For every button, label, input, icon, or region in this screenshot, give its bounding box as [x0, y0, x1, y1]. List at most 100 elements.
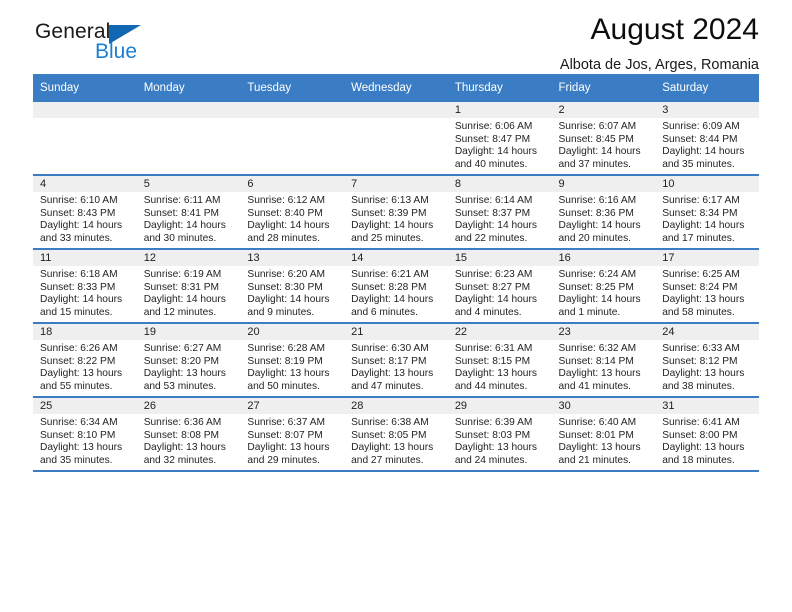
day-number	[344, 102, 448, 118]
sunset-text: Sunset: 8:08 PM	[143, 429, 220, 441]
day-details: Sunrise: 6:26 AM Sunset: 8:22 PM Daylight:…	[33, 340, 137, 393]
day-number: 24	[655, 324, 759, 340]
calendar-day-cell[interactable]: 27 Sunrise: 6:37 AM Sunset: 8:07 PM Dayligh…	[240, 397, 345, 472]
calendar-body: 1 Sunrise: 6:06 AM Sunset: 8:47 PM Daylight…	[33, 102, 759, 472]
calendar-day-cell[interactable]: 8 Sunrise: 6:14 AM Sunset: 8:37 PM Daylight…	[447, 175, 552, 250]
calendar-day-cell[interactable]: 13 Sunrise: 6:20 AM Sunset: 8:30 PM Dayligh…	[240, 249, 345, 324]
calendar-day-cell[interactable]: 11 Sunrise: 6:18 AM Sunset: 8:33 PM Dayligh…	[33, 249, 137, 324]
calendar-day-cell[interactable]: 2 Sunrise: 6:07 AM Sunset: 8:45 PM Daylight…	[551, 102, 656, 176]
calendar-day-cell[interactable]: 12 Sunrise: 6:19 AM Sunset: 8:31 PM Dayligh…	[136, 249, 241, 324]
calendar-day-cell[interactable]: 26 Sunrise: 6:36 AM Sunset: 8:08 PM Dayligh…	[136, 397, 241, 472]
sunrise-text: Sunrise: 6:07 AM	[558, 121, 637, 132]
sunrise-text: Sunrise: 6:33 AM	[662, 343, 740, 354]
day-cell-inner: 15 Sunrise: 6:23 AM Sunset: 8:27 PM Dayligh…	[447, 250, 552, 322]
day-details: Sunrise: 6:31 AM Sunset: 8:15 PM Daylight:…	[448, 340, 552, 393]
day-cell-inner: 31 Sunrise: 6:41 AM Sunset: 8:00 PM Dayligh…	[655, 398, 759, 470]
calendar-day-cell[interactable]: 15 Sunrise: 6:23 AM Sunset: 8:27 PM Dayligh…	[447, 249, 552, 324]
day-details: Sunrise: 6:07 AM Sunset: 8:45 PM Daylight:…	[552, 118, 656, 171]
day-details: Sunrise: 6:38 AM Sunset: 8:05 PM Daylight:…	[344, 414, 448, 467]
calendar-day-cell[interactable]: 14 Sunrise: 6:21 AM Sunset: 8:28 PM Dayligh…	[344, 249, 448, 324]
day-number: 17	[655, 250, 759, 266]
calendar-day-cell[interactable]: 30 Sunrise: 6:40 AM Sunset: 8:01 PM Dayligh…	[551, 397, 656, 472]
daylight-text: Daylight: 14 hours and 15 minutes.	[40, 294, 123, 318]
daylight-text: Daylight: 13 hours and 58 minutes.	[662, 294, 745, 318]
day-cell-inner: 8 Sunrise: 6:14 AM Sunset: 8:37 PM Daylight…	[447, 176, 552, 248]
sunrise-text: Sunrise: 6:30 AM	[351, 343, 429, 354]
day-cell-inner: 1 Sunrise: 6:06 AM Sunset: 8:47 PM Daylight…	[447, 102, 552, 174]
day-details: Sunrise: 6:18 AM Sunset: 8:33 PM Daylight:…	[33, 266, 137, 319]
day-details: Sunrise: 6:12 AM Sunset: 8:40 PM Daylight:…	[240, 192, 344, 245]
daylight-text: Daylight: 14 hours and 30 minutes.	[143, 220, 226, 244]
day-details: Sunrise: 6:13 AM Sunset: 8:39 PM Daylight:…	[344, 192, 448, 245]
calendar-day-cell[interactable]: 24 Sunrise: 6:33 AM Sunset: 8:12 PM Dayligh…	[655, 323, 759, 398]
calendar-day-cell[interactable]: 21 Sunrise: 6:30 AM Sunset: 8:17 PM Dayligh…	[344, 323, 448, 398]
calendar-day-cell[interactable]: 7 Sunrise: 6:13 AM Sunset: 8:39 PM Daylight…	[344, 175, 448, 250]
daylight-text: Daylight: 14 hours and 37 minutes.	[558, 146, 641, 170]
weekday-header-saturday: Saturday	[655, 74, 759, 102]
sunrise-text: Sunrise: 6:40 AM	[558, 417, 637, 428]
daylight-text: Daylight: 14 hours and 12 minutes.	[143, 294, 226, 318]
day-cell-inner: 17 Sunrise: 6:25 AM Sunset: 8:24 PM Dayligh…	[655, 250, 759, 322]
sunset-text: Sunset: 8:10 PM	[40, 429, 116, 441]
daylight-text: Daylight: 14 hours and 6 minutes.	[351, 294, 434, 318]
day-number: 21	[344, 324, 448, 340]
calendar-day-cell[interactable]: 10 Sunrise: 6:17 AM Sunset: 8:34 PM Dayligh…	[655, 175, 759, 250]
daylight-text: Daylight: 14 hours and 40 minutes.	[454, 146, 537, 170]
sunset-text: Sunset: 8:25 PM	[558, 281, 634, 293]
daylight-text: Daylight: 13 hours and 21 minutes.	[558, 442, 641, 466]
daylight-text: Daylight: 14 hours and 28 minutes.	[247, 220, 330, 244]
sunset-text: Sunset: 8:19 PM	[247, 355, 323, 367]
day-number: 5	[136, 176, 241, 192]
sunrise-text: Sunrise: 6:36 AM	[143, 417, 222, 428]
day-details: Sunrise: 6:27 AM Sunset: 8:20 PM Daylight:…	[137, 340, 241, 393]
calendar-day-cell[interactable]: 5 Sunrise: 6:11 AM Sunset: 8:41 PM Daylight…	[136, 175, 241, 250]
title-block: August 2024 Albota de Jos, Arges, Romani…	[560, 0, 759, 73]
calendar-day-cell[interactable]: 28 Sunrise: 6:38 AM Sunset: 8:05 PM Dayligh…	[344, 397, 448, 472]
calendar-week-row: 1 Sunrise: 6:06 AM Sunset: 8:47 PM Daylight…	[33, 102, 759, 176]
day-details: Sunrise: 6:16 AM Sunset: 8:36 PM Daylight:…	[552, 192, 656, 245]
day-cell-inner: 4 Sunrise: 6:10 AM Sunset: 8:43 PM Daylight…	[33, 176, 137, 248]
daylight-text: Daylight: 13 hours and 50 minutes.	[247, 368, 330, 392]
day-cell-inner: 7 Sunrise: 6:13 AM Sunset: 8:39 PM Daylight…	[344, 176, 448, 248]
brand-logo[interactable]: General Blue	[33, 20, 233, 72]
calendar-week-row: 4 Sunrise: 6:10 AM Sunset: 8:43 PM Daylight…	[33, 175, 759, 250]
calendar-day-cell[interactable]: 23 Sunrise: 6:32 AM Sunset: 8:14 PM Dayligh…	[551, 323, 656, 398]
calendar-day-cell[interactable]: 1 Sunrise: 6:06 AM Sunset: 8:47 PM Daylight…	[447, 102, 552, 176]
day-cell-inner: 5 Sunrise: 6:11 AM Sunset: 8:41 PM Daylight…	[136, 176, 241, 248]
calendar-day-cell[interactable]: 31 Sunrise: 6:41 AM Sunset: 8:00 PM Dayligh…	[655, 397, 759, 472]
calendar-day-cell[interactable]: 17 Sunrise: 6:25 AM Sunset: 8:24 PM Dayligh…	[655, 249, 759, 324]
day-number: 2	[551, 102, 656, 118]
daylight-text: Daylight: 14 hours and 4 minutes.	[454, 294, 537, 318]
brand-name-blue: Blue	[95, 40, 138, 63]
calendar-day-cell[interactable]: 20 Sunrise: 6:28 AM Sunset: 8:19 PM Dayligh…	[240, 323, 345, 398]
day-number: 18	[33, 324, 137, 340]
day-cell-inner: 10 Sunrise: 6:17 AM Sunset: 8:34 PM Dayligh…	[655, 176, 759, 248]
sunrise-text: Sunrise: 6:24 AM	[558, 269, 637, 280]
sunrise-text: Sunrise: 6:09 AM	[662, 121, 740, 132]
calendar-day-cell[interactable]: 16 Sunrise: 6:24 AM Sunset: 8:25 PM Dayligh…	[551, 249, 656, 324]
day-number	[33, 102, 137, 118]
day-details: Sunrise: 6:21 AM Sunset: 8:28 PM Daylight:…	[344, 266, 448, 319]
sunrise-text: Sunrise: 6:19 AM	[143, 269, 222, 280]
calendar-day-cell[interactable]: 3 Sunrise: 6:09 AM Sunset: 8:44 PM Daylight…	[655, 102, 759, 176]
calendar-day-cell[interactable]: 4 Sunrise: 6:10 AM Sunset: 8:43 PM Daylight…	[33, 175, 137, 250]
day-cell-inner: 20 Sunrise: 6:28 AM Sunset: 8:19 PM Dayligh…	[240, 324, 345, 396]
day-details: Sunrise: 6:34 AM Sunset: 8:10 PM Daylight:…	[33, 414, 137, 467]
daylight-text: Daylight: 13 hours and 27 minutes.	[351, 442, 434, 466]
sunset-text: Sunset: 8:12 PM	[662, 355, 738, 367]
calendar-day-cell[interactable]: 9 Sunrise: 6:16 AM Sunset: 8:36 PM Daylight…	[551, 175, 656, 250]
calendar-day-cell[interactable]: 19 Sunrise: 6:27 AM Sunset: 8:20 PM Dayligh…	[136, 323, 241, 398]
daylight-text: Daylight: 13 hours and 41 minutes.	[558, 368, 641, 392]
day-number: 23	[551, 324, 656, 340]
day-details: Sunrise: 6:30 AM Sunset: 8:17 PM Daylight:…	[344, 340, 448, 393]
calendar-day-cell[interactable]: 29 Sunrise: 6:39 AM Sunset: 8:03 PM Dayligh…	[447, 397, 552, 472]
sunset-text: Sunset: 8:39 PM	[351, 207, 427, 219]
calendar-day-cell[interactable]: 6 Sunrise: 6:12 AM Sunset: 8:40 PM Daylight…	[240, 175, 345, 250]
location-subtitle: Albota de Jos, Arges, Romania	[559, 56, 759, 73]
sunset-text: Sunset: 8:43 PM	[40, 207, 116, 219]
sunset-text: Sunset: 8:27 PM	[454, 281, 531, 293]
calendar-day-cell[interactable]: 22 Sunrise: 6:31 AM Sunset: 8:15 PM Dayligh…	[447, 323, 552, 398]
calendar-day-cell[interactable]: 18 Sunrise: 6:26 AM Sunset: 8:22 PM Dayligh…	[33, 323, 137, 398]
calendar-day-cell[interactable]: 25 Sunrise: 6:34 AM Sunset: 8:10 PM Dayligh…	[33, 397, 137, 472]
day-cell-inner: 30 Sunrise: 6:40 AM Sunset: 8:01 PM Dayligh…	[551, 398, 656, 470]
